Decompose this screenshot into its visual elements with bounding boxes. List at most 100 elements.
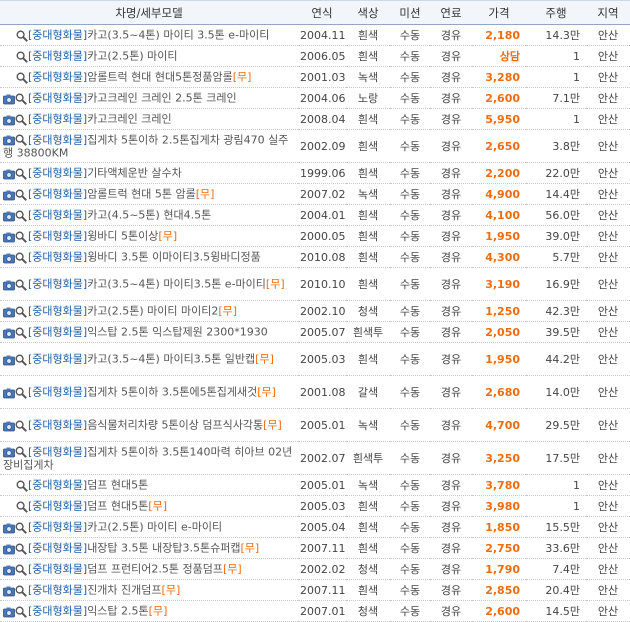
model-cell[interactable]: [중대형화물]카고(2.5톤) 마이티 e-마이티 bbox=[0, 516, 298, 538]
camera-icon[interactable] bbox=[3, 114, 15, 126]
model-cell[interactable]: [중대형화물]카고(4.5~5톤) 현대4.5톤 bbox=[0, 204, 298, 226]
camera-icon[interactable] bbox=[3, 252, 15, 264]
camera-icon[interactable] bbox=[3, 420, 15, 432]
header-model[interactable]: 차명/세부모델 bbox=[0, 0, 298, 25]
table-row[interactable]: [중대형화물]기타액체운반 살수차 1999.06 흰색 수동 경유 2,200… bbox=[0, 162, 630, 184]
camera-icon[interactable] bbox=[3, 354, 15, 366]
table-row[interactable]: [중대형화물]덤프 현대5톤[무] 2005.03 흰색 수동 경유 3,980… bbox=[0, 495, 630, 517]
magnifier-icon[interactable] bbox=[15, 210, 27, 222]
table-row[interactable]: [중대형화물]카고(2.5톤) 마이티 2006.05 흰색 수동 경유 상담 … bbox=[0, 45, 630, 67]
magnifier-icon[interactable] bbox=[15, 446, 27, 458]
table-row[interactable]: [중대형화물]카고(2.5톤) 마이티 마이티2[무] 2002.10 청색 수… bbox=[0, 300, 630, 322]
camera-icon[interactable] bbox=[3, 543, 15, 555]
model-link[interactable]: [중대형화물]윙바디 5톤이상[무] bbox=[28, 230, 177, 243]
model-link[interactable]: [중대형화물]내장탑 3.5톤 내장탑3.5톤슈퍼캡[무] bbox=[28, 542, 259, 555]
model-link[interactable]: [중대형화물]집게차 5톤이하 2.5톤집게차 광림470 실주행 38800K… bbox=[3, 133, 288, 160]
table-row[interactable]: [중대형화물]집게차 5톤이하 3.5톤에5톤집게새것[무] 2001.08 갈… bbox=[0, 375, 630, 409]
table-row[interactable]: [중대형화물]집게차 5톤이하 3.5톤140마력 히아브 02년장비집게차 2… bbox=[0, 441, 630, 475]
model-cell[interactable]: [중대형화물]내장탑 3.5톤 내장탑3.5톤슈퍼캡[무] bbox=[0, 537, 298, 559]
model-link[interactable]: [중대형화물]윙바디 3.5톤 이마이티3.5윙바디정품 bbox=[28, 251, 261, 264]
model-cell[interactable]: [중대형화물]윙바디 3.5톤 이마이티3.5윙바디정품 bbox=[0, 246, 298, 268]
model-cell[interactable]: [중대형화물]카고크레인 크레인 2.5톤 크레인 bbox=[0, 87, 298, 109]
table-row[interactable]: [중대형화물]카고크레인 크레인 2008.04 흰색 수동 경유 5,950 … bbox=[0, 108, 630, 130]
model-cell[interactable]: [중대형화물]덤프 현대5톤[무] bbox=[0, 495, 298, 517]
camera-icon[interactable] bbox=[3, 93, 15, 105]
table-row[interactable]: [중대형화물]카고(2.5톤) 마이티 e-마이티 2005.04 흰색 수동 … bbox=[0, 516, 630, 538]
magnifier-icon[interactable] bbox=[16, 480, 28, 492]
magnifier-icon[interactable] bbox=[16, 72, 28, 84]
magnifier-icon[interactable] bbox=[15, 327, 27, 339]
magnifier-icon[interactable] bbox=[16, 51, 28, 63]
magnifier-icon[interactable] bbox=[15, 387, 27, 399]
model-link[interactable]: [중대형화물]덤프 현대5톤 bbox=[28, 479, 148, 492]
model-cell[interactable]: [중대형화물]익스탑 2.5톤 익스탑제원 2300*1930 bbox=[0, 321, 298, 343]
model-link[interactable]: [중대형화물]카고(4.5~5톤) 현대4.5톤 bbox=[28, 209, 211, 222]
magnifier-icon[interactable] bbox=[15, 306, 27, 318]
header-fuel[interactable]: 연료 bbox=[430, 0, 472, 25]
model-cell[interactable]: [중대형화물]익스탑 2.5톤[무] bbox=[0, 600, 298, 622]
camera-icon[interactable] bbox=[3, 387, 15, 399]
camera-icon[interactable] bbox=[3, 134, 15, 146]
table-row[interactable]: [중대형화물]내장탑 3.5톤 내장탑3.5톤슈퍼캡[무] 2007.11 흰색… bbox=[0, 537, 630, 559]
model-link[interactable]: [중대형화물]기타액체운반 살수차 bbox=[28, 167, 182, 180]
model-cell[interactable]: [중대형화물]암롤트럭 현대 현대5톤정품암롤[무] bbox=[0, 66, 298, 88]
table-row[interactable]: [중대형화물]암롤트럭 현대 5톤 암롤[무] 2007.02 녹색 수동 경유… bbox=[0, 183, 630, 205]
table-row[interactable]: [중대형화물]익스탑 2.5톤[무] 2007.01 청색 수동 경유 2,60… bbox=[0, 600, 630, 622]
model-link[interactable]: [중대형화물]카고(2.5톤) 마이티 마이티2[무] bbox=[28, 305, 237, 318]
model-link[interactable]: [중대형화물]카고(3.5~4톤) 마이티3.5톤 e-마이티[무] bbox=[28, 278, 285, 291]
model-link[interactable]: [중대형화물]집게차 5톤이하 3.5톤140마력 히아브 02년장비집게차 bbox=[3, 445, 292, 472]
model-link[interactable]: [중대형화물]카고크레인 크레인 2.5톤 크레인 bbox=[28, 92, 237, 105]
table-row[interactable]: [중대형화물]암롤트럭 현대 현대5톤정품암롤[무] 2001.03 녹색 수동… bbox=[0, 66, 630, 88]
model-cell[interactable]: [중대형화물]카고(2.5톤) 마이티 마이티2[무] bbox=[0, 300, 298, 322]
model-link[interactable]: [중대형화물]암롤트럭 현대 5톤 암롤[무] bbox=[28, 188, 214, 201]
model-link[interactable]: [중대형화물]음식물처리차량 5톤이상 덤프식사각통[무] bbox=[28, 419, 282, 432]
model-link[interactable]: [중대형화물]덤프 현대5톤[무] bbox=[28, 500, 167, 513]
table-row[interactable]: [중대형화물]카고크레인 크레인 2.5톤 크레인 2004.06 노랑 수동 … bbox=[0, 87, 630, 109]
magnifier-icon[interactable] bbox=[15, 134, 27, 146]
model-link[interactable]: [중대형화물]카고크레인 크레인 bbox=[28, 113, 172, 126]
magnifier-icon[interactable] bbox=[15, 420, 27, 432]
magnifier-icon[interactable] bbox=[16, 501, 28, 513]
table-row[interactable]: [중대형화물]음식물처리차량 5톤이상 덤프식사각통[무] 2005.01 녹색… bbox=[0, 408, 630, 442]
model-cell[interactable]: [중대형화물]집게차 5톤이하 3.5톤140마력 히아브 02년장비집게차 bbox=[0, 441, 298, 475]
model-cell[interactable]: [중대형화물]덤프 프런티어2.5톤 정품덤프[무] bbox=[0, 558, 298, 580]
magnifier-icon[interactable] bbox=[15, 564, 27, 576]
model-cell[interactable]: [중대형화물]카고(3.5~4톤) 마이티 3.5톤 e-마이티 bbox=[0, 24, 298, 46]
header-price[interactable]: 가격 bbox=[472, 0, 526, 25]
table-row[interactable]: [중대형화물]카고(4.5~5톤) 현대4.5톤 2004.01 흰색 수동 경… bbox=[0, 204, 630, 226]
camera-icon[interactable] bbox=[3, 446, 15, 458]
model-link[interactable]: [중대형화물]익스탑 2.5톤[무] bbox=[28, 605, 167, 618]
magnifier-icon[interactable] bbox=[15, 189, 27, 201]
table-row[interactable]: [중대형화물]카고(3.5~4톤) 마이티 3.5톤 e-마이티 2004.11… bbox=[0, 24, 630, 46]
magnifier-icon[interactable] bbox=[15, 252, 27, 264]
magnifier-icon[interactable] bbox=[15, 354, 27, 366]
magnifier-icon[interactable] bbox=[15, 168, 27, 180]
table-row[interactable]: [중대형화물]진개차 진개덤프[무] 2007.11 흰색 수동 경유 2,85… bbox=[0, 579, 630, 601]
camera-icon[interactable] bbox=[3, 210, 15, 222]
header-color[interactable]: 색상 bbox=[346, 0, 390, 25]
camera-icon[interactable] bbox=[3, 231, 15, 243]
camera-icon[interactable] bbox=[3, 306, 15, 318]
model-cell[interactable]: [중대형화물]카고(2.5톤) 마이티 bbox=[0, 45, 298, 67]
model-cell[interactable]: [중대형화물]카고(3.5~4톤) 마이티3.5톤 e-마이티[무] bbox=[0, 267, 298, 301]
model-cell[interactable]: [중대형화물]집게차 5톤이하 3.5톤에5톤집게새것[무] bbox=[0, 375, 298, 409]
model-link[interactable]: [중대형화물]카고(3.5~4톤) 마이티3.5톤 일반캡[무] bbox=[28, 353, 274, 366]
magnifier-icon[interactable] bbox=[15, 279, 27, 291]
model-cell[interactable]: [중대형화물]카고크레인 크레인 bbox=[0, 108, 298, 130]
model-link[interactable]: [중대형화물]카고(2.5톤) 마이티 bbox=[28, 50, 177, 63]
model-link[interactable]: [중대형화물]익스탑 2.5톤 익스탑제원 2300*1930 bbox=[28, 326, 268, 339]
model-cell[interactable]: [중대형화물]음식물처리차량 5톤이상 덤프식사각통[무] bbox=[0, 408, 298, 442]
table-row[interactable]: [중대형화물]윙바디 3.5톤 이마이티3.5윙바디정품 2010.08 흰색 … bbox=[0, 246, 630, 268]
magnifier-icon[interactable] bbox=[15, 522, 27, 534]
camera-icon[interactable] bbox=[3, 279, 15, 291]
model-cell[interactable]: [중대형화물]기타액체운반 살수차 bbox=[0, 162, 298, 184]
camera-icon[interactable] bbox=[3, 327, 15, 339]
model-cell[interactable]: [중대형화물]암롤트럭 현대 5톤 암롤[무] bbox=[0, 183, 298, 205]
model-cell[interactable]: [중대형화물]덤프 현대5톤 bbox=[0, 474, 298, 496]
table-row[interactable]: [중대형화물]카고(3.5~4톤) 마이티3.5톤 일반캡[무] 2005.03… bbox=[0, 342, 630, 376]
header-year[interactable]: 연식 bbox=[298, 0, 346, 25]
camera-icon[interactable] bbox=[3, 189, 15, 201]
camera-icon[interactable] bbox=[3, 585, 15, 597]
magnifier-icon[interactable] bbox=[15, 585, 27, 597]
model-cell[interactable]: [중대형화물]진개차 진개덤프[무] bbox=[0, 579, 298, 601]
